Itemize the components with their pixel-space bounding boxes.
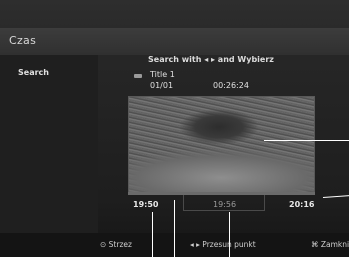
close-button[interactable]: ⌘ Zamknij — [311, 240, 349, 249]
protect-button[interactable]: ⊙ Strzez — [100, 240, 132, 249]
callout-line-start-2 — [174, 200, 175, 257]
sidebar-item-search[interactable]: Search — [18, 68, 49, 77]
screen: Czas Search Search with ◂ ▸ and Wybierz … — [0, 0, 362, 257]
callout-line-preview — [264, 140, 362, 141]
disc-icon — [134, 74, 142, 78]
chapter-counter: 01/01 — [150, 81, 174, 90]
callout-line-marker — [229, 212, 230, 257]
callout-line-start-1 — [152, 212, 153, 257]
title-label: Title 1 — [150, 70, 175, 79]
menu-title: Czas — [9, 34, 37, 47]
title-bar — [0, 28, 349, 55]
marker-time: 19:56 — [213, 200, 237, 209]
end-time: 20:16 — [289, 200, 315, 209]
elapsed-time: 00:26:24 — [213, 81, 249, 90]
instruction-text: Search with ◂ ▸ and Wybierz — [148, 55, 274, 64]
video-preview — [128, 96, 315, 193]
move-point-button[interactable]: ◂ ▸ Przesuń punkt — [190, 240, 256, 249]
start-time: 19:50 — [133, 200, 159, 209]
sidebar — [0, 55, 98, 233]
